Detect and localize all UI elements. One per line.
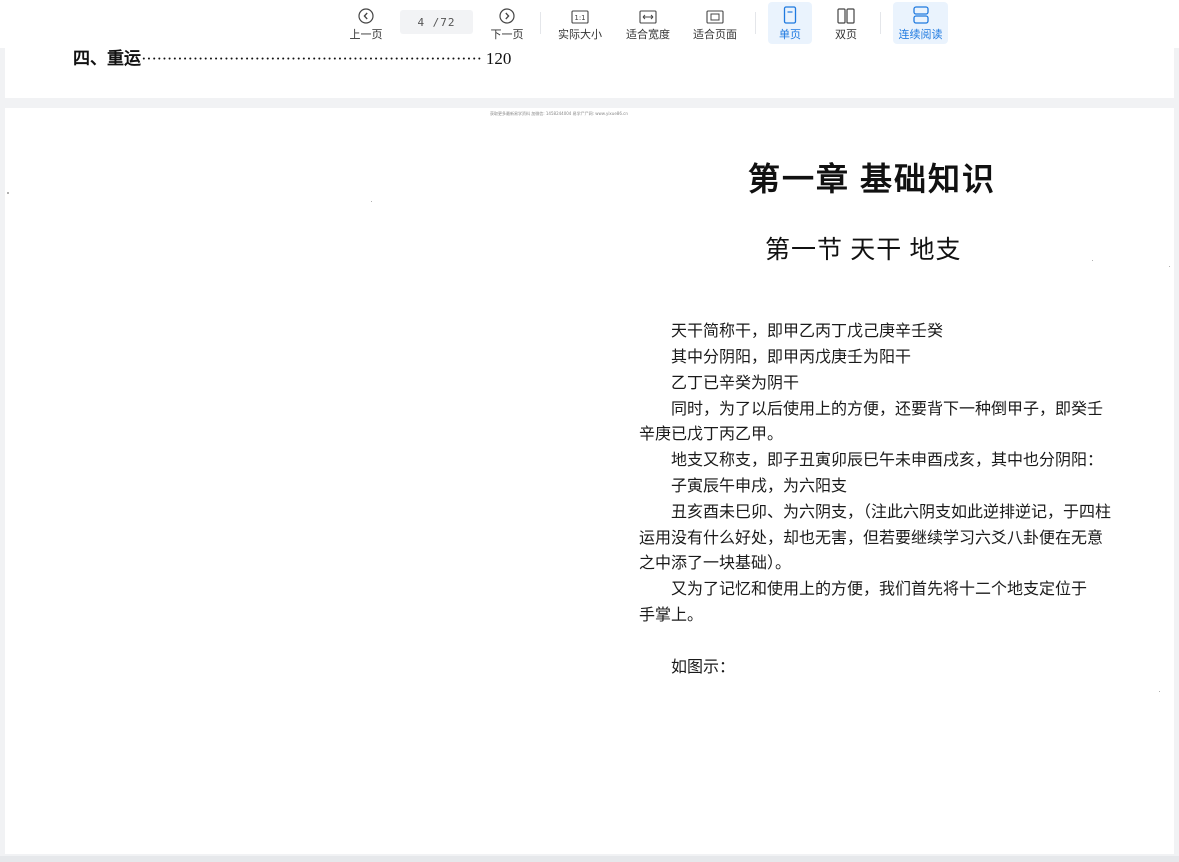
viewer-toolbar: 上一页 4 /72 下一页 1:1 实际大小 适合宽度 适合页面 单页 双页 连… bbox=[0, 0, 1179, 48]
fit-width-icon bbox=[639, 2, 657, 24]
continuous-reading-button[interactable]: 连续阅读 bbox=[893, 2, 948, 44]
text-line: 辛庚已戊丁丙乙甲。 bbox=[639, 426, 784, 443]
prev-page-button[interactable]: 上一页 bbox=[344, 2, 388, 44]
text-line: 子寅辰午申戌，为六阳支 bbox=[671, 478, 848, 495]
single-page-button[interactable]: 单页 bbox=[768, 2, 812, 44]
chapter-title: 第一章 基础知识 bbox=[748, 161, 997, 197]
prev-page-label: 上一页 bbox=[349, 28, 383, 41]
toc-leader: ········································… bbox=[141, 49, 482, 68]
actual-size-button[interactable]: 1:1 实际大小 bbox=[555, 2, 605, 44]
one-to-one-icon: 1:1 bbox=[571, 2, 589, 24]
section-title: 第一节 天干 地支 bbox=[765, 237, 962, 264]
text-line: 手掌上。 bbox=[639, 607, 704, 624]
text-line: 同时，为了以后使用上的方便，还要背下一种倒甲子，即癸壬 bbox=[671, 401, 1104, 418]
next-page-label: 下一页 bbox=[490, 28, 524, 41]
text-line: 乙丁已辛癸为阴干 bbox=[671, 375, 800, 392]
double-page-icon bbox=[837, 2, 855, 24]
toolbar-divider bbox=[540, 12, 541, 34]
continuous-scroll-icon bbox=[912, 2, 930, 24]
current-page: 获取更多最新易学资料 加微信: 1458244004 易学尸尸网: www.yi… bbox=[5, 108, 1174, 854]
page-number-input[interactable]: 4 /72 bbox=[400, 10, 473, 34]
toc-entry: 四、重运····································… bbox=[73, 48, 511, 69]
single-page-icon bbox=[783, 2, 797, 24]
text-line: 又为了记忆和使用上的方便，我们首先将十二个地支定位于 bbox=[671, 581, 1088, 598]
circle-chevron-right-icon bbox=[499, 2, 515, 24]
text-line: 地支又称支，即子丑寅卯辰巳午未申酉戌亥，其中也分阴阳： bbox=[671, 452, 1104, 469]
toolbar-divider bbox=[755, 12, 756, 34]
previous-page: 四、重运····································… bbox=[5, 48, 1174, 98]
text-line: 丑亥酉未巳卯、为六阴支，（注此六阴支如此逆排逆记，于四柱 bbox=[671, 504, 1112, 521]
text-line: 运用没有什么好处，却也无害，但若要继续学习六爻八卦便在无意 bbox=[639, 530, 1104, 547]
fit-page-button[interactable]: 适合页面 bbox=[690, 2, 740, 44]
fit-page-icon bbox=[706, 2, 724, 24]
watermark-text: 获取更多最新易学资料 加微信: 1458244004 易学尸尸网: www.yi… bbox=[490, 111, 628, 116]
actual-size-label: 实际大小 bbox=[558, 28, 602, 41]
toolbar-divider bbox=[880, 12, 881, 34]
next-page-button[interactable]: 下一页 bbox=[485, 2, 529, 44]
double-page-button[interactable]: 双页 bbox=[824, 2, 868, 44]
fit-width-label: 适合宽度 bbox=[626, 28, 670, 41]
text-line: 天干简称干，即甲乙丙丁戊己庚辛壬癸 bbox=[671, 323, 944, 340]
fit-width-button[interactable]: 适合宽度 bbox=[623, 2, 673, 44]
scan-speck bbox=[371, 201, 372, 202]
single-page-label: 单页 bbox=[779, 28, 801, 41]
scan-speck bbox=[7, 192, 9, 194]
svg-text:1:1: 1:1 bbox=[574, 14, 585, 22]
text-line: 其中分阴阳，即甲丙戊庚壬为阳干 bbox=[671, 349, 912, 366]
text-line: 如图示： bbox=[671, 659, 736, 676]
scan-speck bbox=[1159, 691, 1160, 692]
continuous-reading-label: 连续阅读 bbox=[898, 28, 943, 41]
circle-chevron-left-icon bbox=[358, 2, 374, 24]
text-line: 之中添了一块基础）。 bbox=[639, 555, 792, 572]
fit-page-label: 适合页面 bbox=[693, 28, 737, 41]
toc-entry-title: 四、重运 bbox=[73, 49, 141, 68]
scan-speck bbox=[1169, 266, 1170, 267]
double-page-label: 双页 bbox=[835, 28, 857, 41]
toc-page-number: 120 bbox=[485, 49, 512, 68]
scan-speck bbox=[1092, 260, 1093, 261]
bottom-status-bar bbox=[0, 856, 1179, 862]
